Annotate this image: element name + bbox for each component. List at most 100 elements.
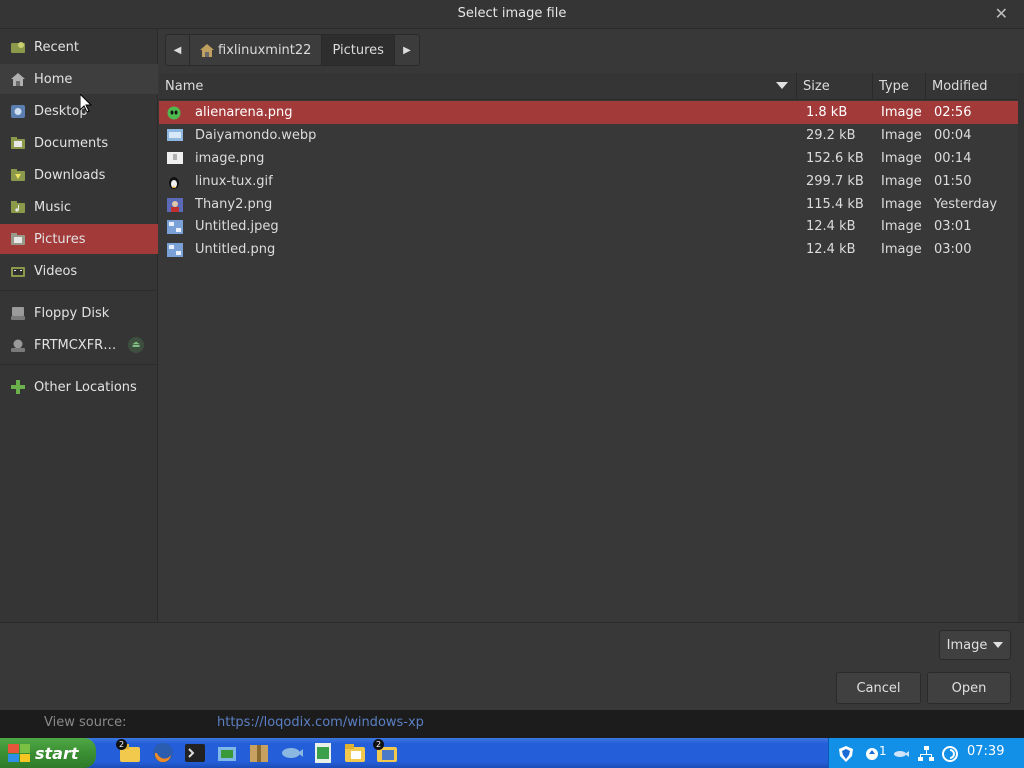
- column-header-label: Modified: [932, 79, 988, 94]
- file-row[interactable]: Thany2.png 115.4 kB Image Yesterday: [159, 193, 1018, 216]
- start-label: start: [35, 743, 79, 763]
- column-header-modified[interactable]: Modified: [926, 73, 1018, 100]
- column-header-size[interactable]: Size: [797, 73, 873, 100]
- path-segment-label: fixlinuxmint22: [218, 42, 312, 58]
- file-type: Image: [881, 174, 922, 189]
- filter-label: Image: [946, 637, 988, 653]
- file-modified: 03:01: [934, 219, 972, 234]
- sidebar-item-label: FRTMCXFR…: [34, 337, 117, 353]
- shield-icon[interactable]: [838, 746, 854, 762]
- file-row[interactable]: Daiyamondo.webp 29.2 kB Image 00:04: [159, 124, 1018, 147]
- image-thumb-icon: [167, 128, 183, 143]
- file-name-cell: linux-tux.gif: [167, 170, 273, 193]
- sidebar-item-desktop[interactable]: Desktop: [0, 96, 158, 126]
- start-button[interactable]: start: [0, 738, 96, 768]
- file-row[interactable]: linux-tux.gif 299.7 kB Image 01:50: [159, 170, 1018, 193]
- file-size: 152.6 kB: [806, 151, 864, 166]
- documents-folder-icon: [10, 136, 26, 150]
- chevron-down-icon: [993, 642, 1004, 648]
- sidebar-item-pictures[interactable]: Pictures: [0, 224, 158, 254]
- file-name-cell: Daiyamondo.webp: [167, 124, 316, 147]
- column-header-label: Type: [879, 79, 909, 94]
- volume-icon[interactable]: [942, 746, 958, 762]
- sidebar-item-floppy-disk[interactable]: Floppy Disk: [0, 298, 158, 328]
- sidebar-item-music[interactable]: Music: [0, 192, 158, 222]
- path-segment-label: Pictures: [332, 42, 384, 58]
- update-icon[interactable]: [864, 746, 880, 762]
- file-type: Image: [881, 128, 922, 143]
- desktop-icon: [10, 104, 26, 118]
- file-chooser-dialog: Select image file ✕ Recent Home Desktop: [0, 0, 1024, 710]
- column-header-label: Name: [165, 79, 204, 94]
- file-name: alienarena.png: [195, 105, 293, 120]
- view-source-link[interactable]: https://loqodix.com/windows-xp: [217, 715, 424, 730]
- file-size: 12.4 kB: [806, 219, 856, 234]
- file-name-cell: alienarena.png: [167, 101, 293, 124]
- open-button[interactable]: Open: [927, 672, 1011, 704]
- sidebar-item-label: Documents: [34, 135, 109, 151]
- image-thumb-icon: [167, 219, 183, 234]
- plus-icon: [10, 380, 26, 394]
- network-fish-tray-icon[interactable]: [893, 746, 909, 762]
- column-header-name[interactable]: Name: [159, 73, 797, 100]
- file-list: Name Size Type Modified alienarena.png 1…: [159, 73, 1018, 622]
- file-row[interactable]: alienarena.png 1.8 kB Image 02:56: [159, 101, 1018, 124]
- file-type-filter-dropdown[interactable]: Image: [939, 630, 1011, 660]
- places-sidebar: Recent Home Desktop Documents Downloads: [0, 29, 158, 622]
- close-icon[interactable]: ✕: [995, 4, 1008, 23]
- windows-flag-icon: [8, 744, 30, 762]
- terminal-icon[interactable]: [183, 741, 207, 765]
- archive-manager-icon[interactable]: [247, 741, 271, 765]
- sidebar-item-home[interactable]: Home: [0, 64, 158, 94]
- dialog-title: Select image file: [457, 6, 567, 21]
- file-row[interactable]: Untitled.jpeg 12.4 kB Image 03:01: [159, 215, 1018, 238]
- network-fish-icon[interactable]: [279, 741, 303, 765]
- path-scroll-left-button[interactable]: ◀: [166, 35, 190, 65]
- window-count-badge: 2: [373, 739, 384, 750]
- file-list-scrollbar[interactable]: [1018, 73, 1024, 622]
- cancel-button[interactable]: Cancel: [836, 672, 921, 704]
- file-row[interactable]: image.png 152.6 kB Image 00:14: [159, 147, 1018, 170]
- file-modified: 00:04: [934, 128, 972, 143]
- file-size: 115.4 kB: [806, 197, 864, 212]
- videos-folder-icon: [10, 264, 26, 278]
- tux-icon: [167, 175, 183, 189]
- file-size: 12.4 kB: [806, 242, 856, 257]
- spreadsheet-icon[interactable]: [311, 741, 335, 765]
- file-modified: Yesterday: [934, 197, 998, 212]
- path-segment-pictures[interactable]: Pictures: [322, 35, 395, 65]
- file-modified: 01:50: [934, 174, 972, 189]
- sidebar-item-downloads[interactable]: Downloads: [0, 160, 158, 190]
- update-count: 1: [879, 744, 887, 758]
- path-scroll-right-button[interactable]: ▶: [395, 35, 419, 65]
- downloads-folder-icon: [10, 168, 26, 182]
- column-header-type[interactable]: Type: [873, 73, 926, 100]
- clock: 07:39: [967, 744, 1005, 759]
- home-icon: [200, 43, 214, 57]
- drive-icon: [10, 338, 26, 352]
- image-viewer-icon[interactable]: 2: [373, 739, 399, 765]
- sidebar-item-recent[interactable]: Recent: [0, 32, 158, 62]
- sidebar-item-documents[interactable]: Documents: [0, 128, 158, 158]
- network-icon[interactable]: [918, 746, 934, 762]
- folder-icon[interactable]: [343, 741, 367, 765]
- home-icon: [10, 72, 26, 86]
- sidebar-item-videos[interactable]: Videos: [0, 256, 158, 286]
- file-list-header: Name Size Type Modified: [159, 73, 1018, 100]
- file-row[interactable]: Untitled.png 12.4 kB Image 03:00: [159, 238, 1018, 261]
- sidebar-item-label: Recent: [34, 39, 79, 55]
- sidebar-item-label: Other Locations: [34, 379, 137, 395]
- sidebar-item-frtmcxfr[interactable]: FRTMCXFR… ⏏: [0, 330, 158, 360]
- eject-icon[interactable]: ⏏: [128, 337, 144, 353]
- sidebar-item-other-locations[interactable]: Other Locations: [0, 372, 158, 402]
- file-manager-icon[interactable]: 2: [116, 739, 142, 765]
- file-name: Thany2.png: [195, 197, 273, 212]
- firefox-icon[interactable]: [151, 741, 175, 765]
- system-settings-icon[interactable]: [215, 741, 239, 765]
- file-modified: 02:56: [934, 105, 972, 120]
- path-segment-home[interactable]: fixlinuxmint22: [190, 35, 323, 65]
- image-thumb-icon: [167, 197, 183, 212]
- floppy-icon: [10, 306, 26, 320]
- image-thumb-icon: [167, 242, 183, 257]
- pictures-folder-icon: [10, 232, 26, 246]
